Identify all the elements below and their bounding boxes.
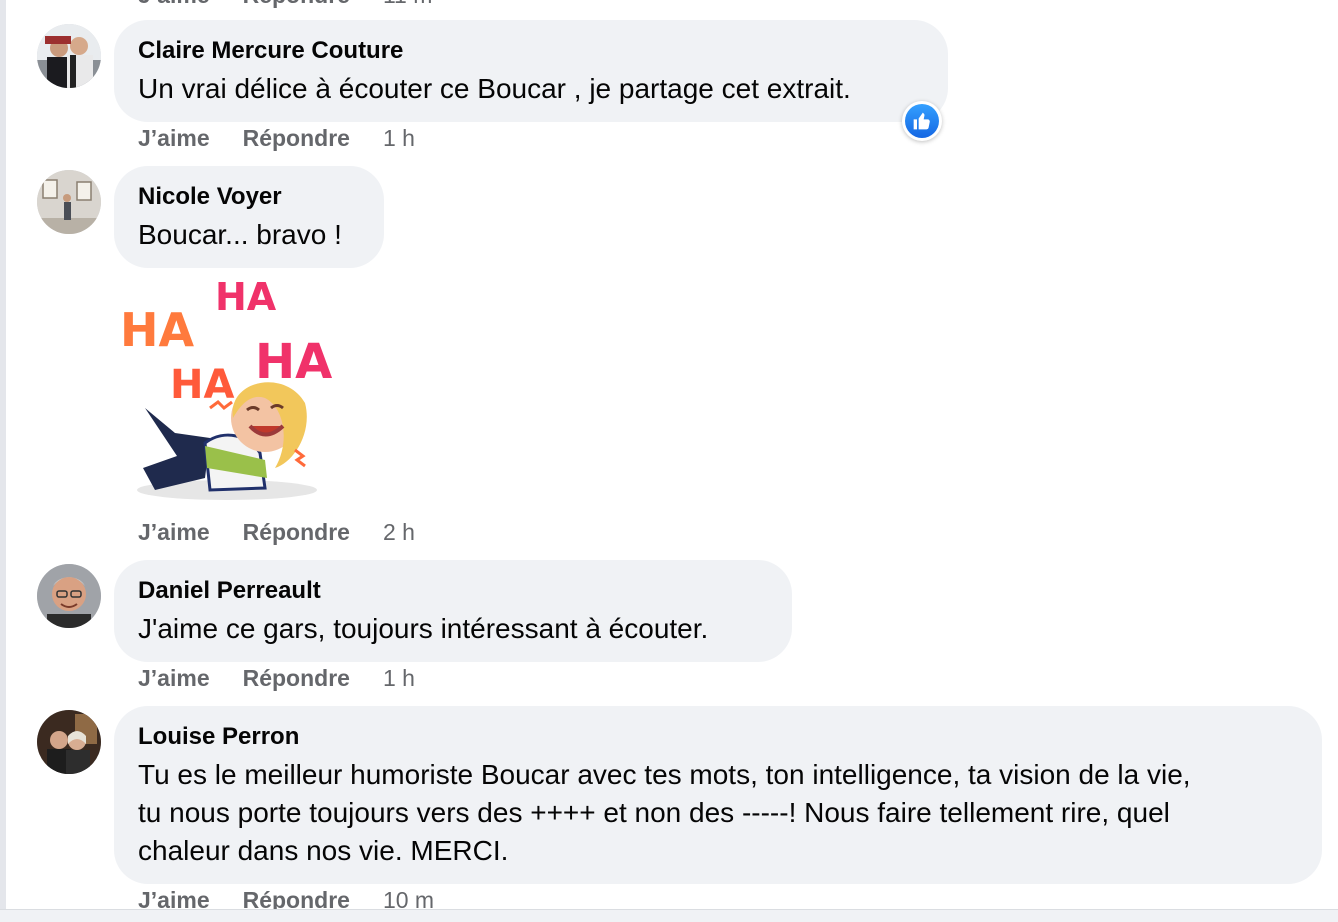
like-link[interactable]: J’aime — [138, 125, 210, 152]
comment-author[interactable]: Claire Mercure Couture — [138, 36, 924, 66]
comment-text-line: tu nous porte toujours vers des ++++ et … — [138, 797, 1170, 828]
like-link[interactable]: J’aime — [138, 519, 210, 546]
comment-text-line: chaleur dans nos vie. MERCI. — [138, 835, 509, 866]
comment-bubble: Daniel Perreault J'aime ce gars, toujour… — [114, 560, 792, 662]
comment-text: J'aime ce gars, toujours intéressant à é… — [138, 613, 709, 644]
avatar[interactable] — [37, 24, 101, 88]
reply-link[interactable]: Répondre — [243, 125, 350, 152]
sticker-word: HA — [255, 334, 332, 390]
comment-actions: J’aime Répondre 1 h — [138, 665, 415, 692]
comment-bubble: Louise Perron Tu es le meilleur humorist… — [114, 706, 1322, 884]
like-link[interactable]: J’aime — [138, 0, 210, 9]
comment-author[interactable]: Louise Perron — [138, 722, 1298, 752]
left-scroll-rail — [0, 0, 6, 922]
comment-text-line: Tu es le meilleur humoriste Boucar avec … — [138, 759, 1191, 790]
sticker-word: HA — [215, 275, 277, 319]
comment-actions: J’aime Répondre 1 h — [138, 125, 415, 152]
comment-author[interactable]: Daniel Perreault — [138, 576, 768, 606]
comment-bubble: Claire Mercure Couture Un vrai délice à … — [114, 20, 948, 122]
avatar[interactable] — [37, 710, 101, 774]
comment-text: Tu es le meilleur humoriste Boucar avec … — [138, 756, 1298, 870]
reply-link[interactable]: Répondre — [243, 0, 350, 9]
comment-time[interactable]: 11 m — [383, 0, 432, 9]
comment-time[interactable]: 1 h — [383, 125, 415, 152]
bottom-scroll-edge — [0, 909, 1338, 922]
previous-comment-actions: J’aime Répondre 11 m — [138, 0, 432, 9]
avatar[interactable] — [37, 564, 101, 628]
reply-link[interactable]: Répondre — [243, 665, 350, 692]
like-link[interactable]: J’aime — [138, 665, 210, 692]
comment-actions: J’aime Répondre 2 h — [138, 519, 415, 546]
comment-time[interactable]: 2 h — [383, 519, 415, 546]
comment-text: Un vrai délice à écouter ce Boucar , je … — [138, 73, 851, 104]
reply-link[interactable]: Répondre — [243, 519, 350, 546]
laughing-sticker[interactable]: HA HA HA HA — [115, 268, 345, 508]
sticker-word: HA — [170, 362, 234, 408]
comment-author[interactable]: Nicole Voyer — [138, 182, 360, 212]
reaction-badge[interactable] — [902, 101, 942, 141]
comment-bubble: Nicole Voyer Boucar... bravo ! — [114, 166, 384, 268]
sticker-word: HA — [120, 303, 194, 357]
comment-text: Boucar... bravo ! — [138, 219, 342, 250]
comment-time[interactable]: 1 h — [383, 665, 415, 692]
thumbs-up-icon — [913, 112, 930, 130]
avatar[interactable] — [37, 170, 101, 234]
